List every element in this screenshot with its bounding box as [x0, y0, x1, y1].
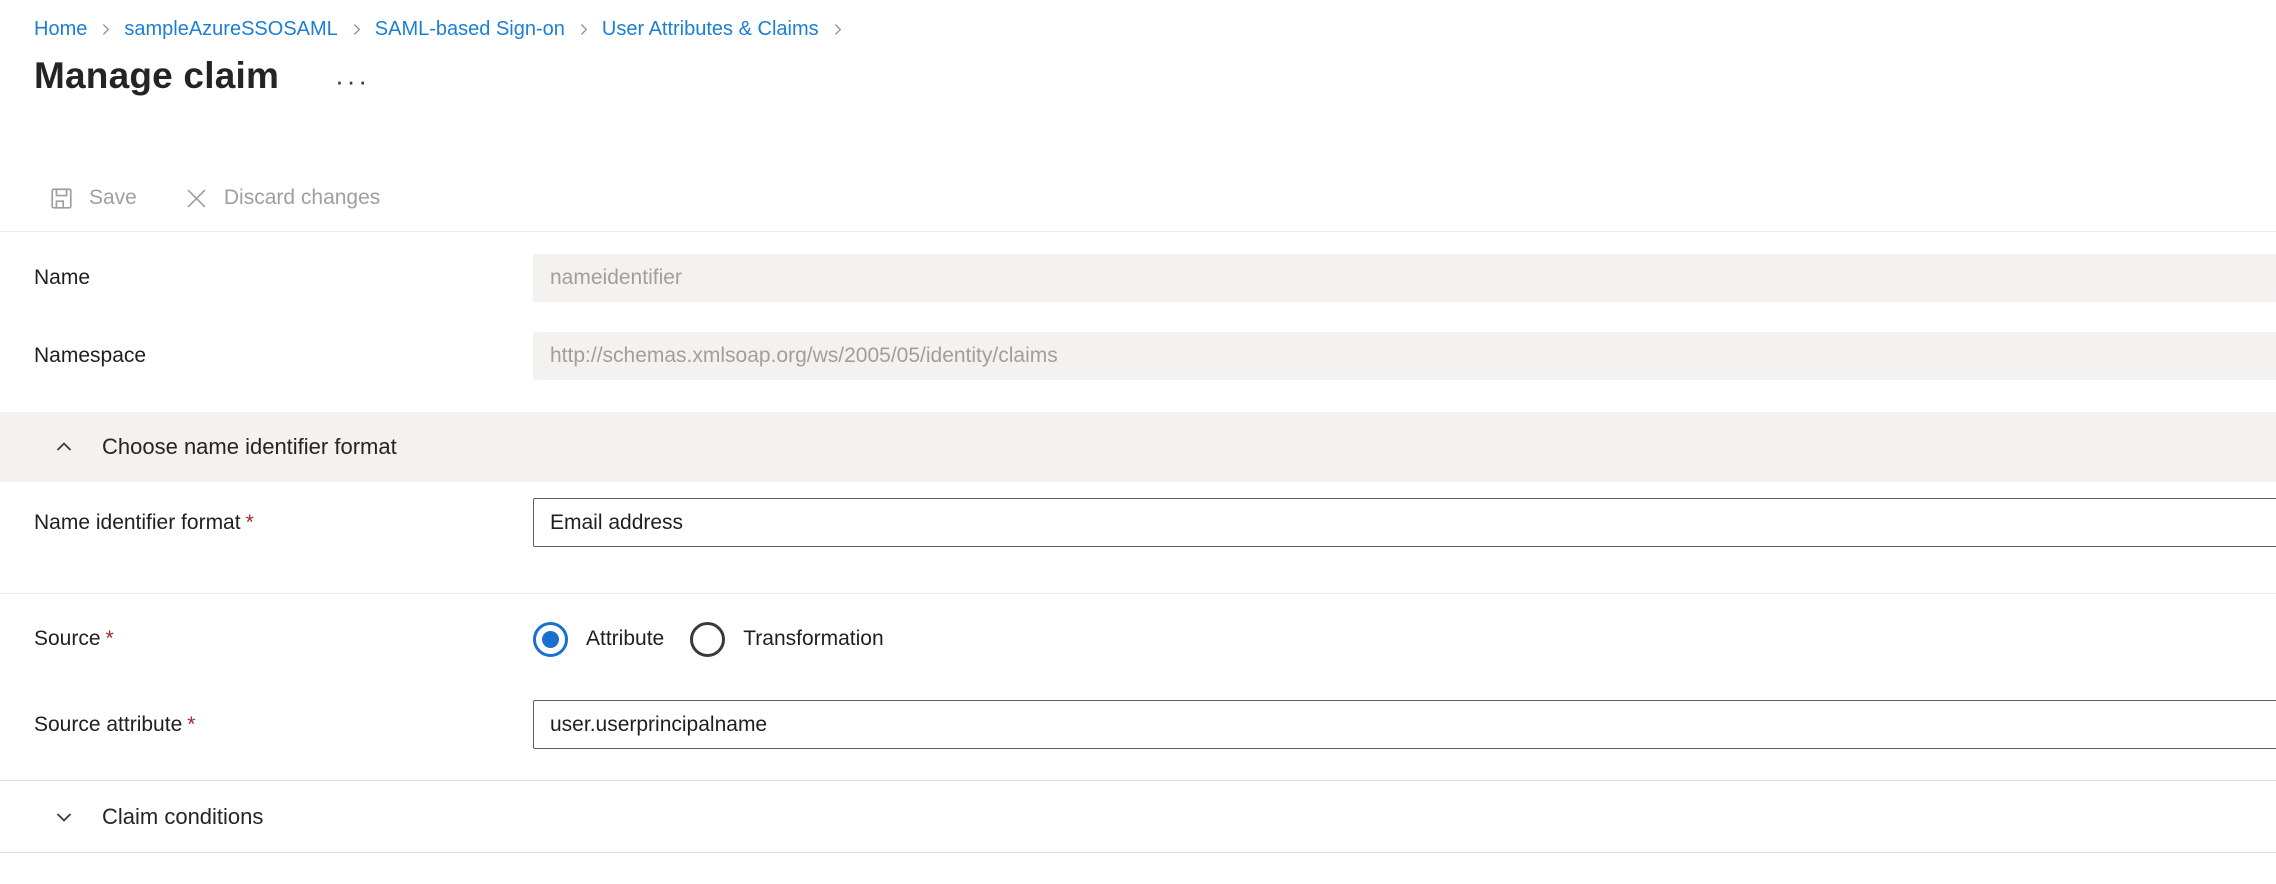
section-claim-conditions[interactable]: Claim conditions: [0, 781, 2276, 852]
radio-unselected-icon: [690, 622, 725, 657]
radio-selected-icon: [533, 622, 568, 657]
chevron-right-icon: [348, 21, 365, 38]
save-button-label: Save: [89, 186, 137, 210]
breadcrumb-home[interactable]: Home: [34, 18, 87, 41]
claim-conditions-bottom-divider: [0, 852, 2276, 853]
floppy-disk-icon: [48, 185, 75, 212]
required-asterisk: *: [106, 627, 114, 650]
command-bar: Save Discard changes: [0, 179, 2276, 217]
chevron-right-icon: [575, 21, 592, 38]
breadcrumb-user-attributes[interactable]: User Attributes & Claims: [602, 18, 819, 41]
source-label: Source*: [34, 627, 533, 651]
breadcrumb-app[interactable]: sampleAzureSSOSAML: [124, 18, 337, 41]
discard-changes-button[interactable]: Discard changes: [183, 185, 380, 212]
name-row: Name: [0, 254, 2276, 302]
breadcrumb-saml-signon[interactable]: SAML-based Sign-on: [375, 18, 565, 41]
name-label: Name: [34, 266, 533, 290]
section-title: Choose name identifier format: [102, 434, 397, 460]
namespace-label: Namespace: [34, 344, 533, 368]
source-attribute-label: Source attribute*: [34, 713, 533, 737]
namespace-row: Namespace: [0, 332, 2276, 380]
source-radio-group: Attribute Transformation: [533, 622, 884, 657]
namespace-input: [533, 332, 2276, 380]
format-row-divider: [0, 593, 2276, 594]
radio-label: Transformation: [743, 627, 883, 651]
ellipsis-icon[interactable]: ···: [335, 76, 370, 86]
name-identifier-format-row: Name identifier format*: [0, 498, 2276, 547]
required-asterisk: *: [246, 511, 254, 534]
page-title: Manage claim: [34, 55, 279, 97]
name-identifier-format-dropdown[interactable]: [533, 498, 2276, 547]
radio-label: Attribute: [586, 627, 664, 651]
required-asterisk: *: [187, 713, 195, 736]
toolbar-divider: [0, 231, 2276, 232]
source-row: Source* Attribute Transformation: [0, 620, 2276, 658]
page-header: Manage claim ···: [0, 55, 2276, 97]
chevron-right-icon: [829, 21, 846, 38]
name-input: [533, 254, 2276, 302]
breadcrumb: Home sampleAzureSSOSAML SAML-based Sign-…: [0, 0, 2276, 41]
chevron-right-icon: [97, 21, 114, 38]
discard-changes-label: Discard changes: [224, 186, 380, 210]
section-title: Claim conditions: [102, 804, 263, 830]
name-identifier-format-label: Name identifier format*: [34, 511, 533, 535]
save-button[interactable]: Save: [48, 185, 137, 212]
chevron-down-icon: [52, 805, 76, 829]
source-option-transformation[interactable]: Transformation: [690, 622, 883, 657]
source-option-attribute[interactable]: Attribute: [533, 622, 664, 657]
source-attribute-row: Source attribute*: [0, 700, 2276, 749]
x-icon: [183, 185, 210, 212]
source-attribute-combobox[interactable]: [533, 700, 2276, 749]
chevron-up-icon: [52, 435, 76, 459]
section-choose-name-identifier-format[interactable]: Choose name identifier format: [0, 412, 2276, 482]
